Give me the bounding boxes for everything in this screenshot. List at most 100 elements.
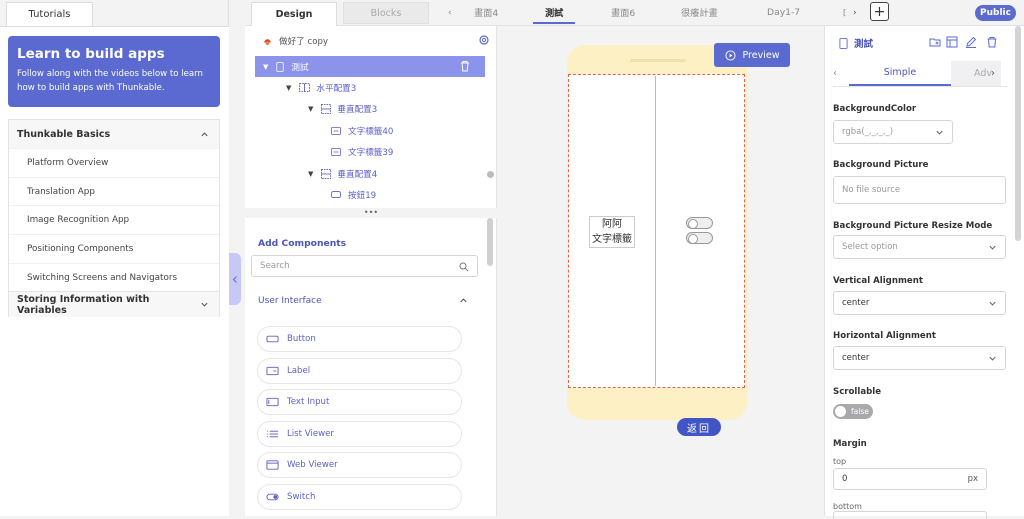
preview-switch[interactable] <box>686 232 713 244</box>
column-layout-icon <box>321 168 332 179</box>
tree-label: 水平配置3 <box>316 83 357 94</box>
project-row[interactable]: 做好了 copy <box>262 30 328 51</box>
components-scrollbar[interactable] <box>487 218 493 266</box>
tree-row[interactable]: 文字標籤39 <box>331 141 393 162</box>
horizontal-alignment-label: Horizontal Alignment <box>833 331 936 341</box>
section-storing-variables[interactable]: Storing Information with Variables <box>9 291 219 318</box>
bg-color-label: BackgroundColor <box>833 104 917 114</box>
scrollable-value: false <box>851 407 869 416</box>
component-label[interactable]: Label <box>257 358 462 384</box>
tree-label: 垂直配置3 <box>337 104 378 115</box>
bg-picture-value: No file source <box>842 185 901 195</box>
screen-tab[interactable]: 很癢計畫 <box>681 0 718 24</box>
screen-tab[interactable]: Day1-7 <box>767 0 800 24</box>
tree-row[interactable]: 文字標籤40 <box>331 120 393 141</box>
caret-down-icon: ▼ <box>308 104 314 113</box>
chevron-down-icon <box>936 130 943 135</box>
chevron-down-icon <box>201 303 208 308</box>
collapse-panel-button[interactable] <box>229 253 241 305</box>
resize-mode-select[interactable]: Select option <box>833 235 1006 259</box>
component-label: Text Input <box>287 397 330 407</box>
list-icon <box>266 430 279 438</box>
properties-scrollbar[interactable] <box>1015 26 1021 241</box>
component-web-viewer[interactable]: Web Viewer <box>257 452 462 478</box>
properties-header: 測試 <box>839 36 873 50</box>
tab-blocks[interactable]: Blocks <box>343 2 429 24</box>
section-title: User Interface <box>258 296 322 306</box>
public-badge[interactable]: Public <box>975 5 1016 21</box>
margin-label: Margin <box>833 439 867 449</box>
section-title: Storing Information with Variables <box>17 293 150 316</box>
tree-row[interactable]: ▼ 水平配置3 <box>286 77 356 98</box>
tabs-prev-button[interactable]: ‹ <box>833 68 837 79</box>
tree-label: 按鈕19 <box>348 190 377 201</box>
tabs-next-button[interactable]: › <box>991 68 995 79</box>
search-placeholder: Search <box>260 261 290 271</box>
component-switch[interactable]: Switch <box>257 484 462 510</box>
bg-color-picker[interactable]: rgba(_,_,_,_) <box>833 120 953 144</box>
margin-top-value: 0 <box>842 474 848 484</box>
tree-row-screen[interactable]: ▼ 測試 <box>263 56 309 77</box>
bg-picture-field[interactable]: No file source <box>833 176 1006 204</box>
text-input-icon <box>266 397 279 407</box>
screens-next-button[interactable]: › <box>853 0 857 24</box>
resize-mode-label: Background Picture Resize Mode <box>833 221 993 231</box>
section-thunkable-basics[interactable]: Thunkable Basics <box>9 120 219 148</box>
tree-row[interactable]: ▼ 垂直配置3 <box>308 98 377 119</box>
tab-design[interactable]: Design <box>251 2 337 26</box>
preview-label: 阿阿 <box>602 219 622 230</box>
user-interface-section[interactable]: User Interface <box>258 296 468 306</box>
tutorials-body: Learn to build apps Follow along with th… <box>0 26 229 516</box>
screen-tab[interactable]: 畫面6 <box>611 0 635 24</box>
vertical-alignment-select[interactable]: center <box>833 291 1006 315</box>
tree-row[interactable]: ▼ 垂直配置4 <box>308 163 377 184</box>
play-icon <box>724 49 736 61</box>
trash-icon[interactable] <box>986 36 998 48</box>
learn-title: Learn to build apps <box>17 46 165 62</box>
screen-tab-active[interactable]: 測試 <box>545 0 563 24</box>
button-icon <box>266 335 279 343</box>
margin-bottom-input[interactable] <box>833 511 987 519</box>
screens-prev-button[interactable]: ‹ <box>448 0 452 24</box>
properties-panel: 測試 ‹ Simple Adv › BackgroundColor rgba(_… <box>824 26 1024 519</box>
margin-top-input[interactable]: 0 px <box>833 468 987 490</box>
vertical-layout-right[interactable] <box>657 76 743 386</box>
component-list-viewer[interactable]: List Viewer <box>257 421 462 447</box>
component-button[interactable]: Button <box>257 326 462 352</box>
settings-gear-icon[interactable] <box>478 34 490 46</box>
screen-tab-partial[interactable]: [ <box>843 0 846 24</box>
resize-handle[interactable]: ••• <box>245 208 497 218</box>
scrollable-toggle[interactable]: false <box>833 404 873 419</box>
chevron-up-icon <box>201 131 208 136</box>
tree-row[interactable]: 按鈕19 <box>331 184 376 205</box>
tutorial-item[interactable]: Platform Overview <box>9 148 219 177</box>
component-label: List Viewer <box>287 429 334 439</box>
margin-top-label: top <box>833 457 847 466</box>
layout-icon[interactable] <box>946 36 958 48</box>
add-screen-button[interactable]: + <box>870 2 889 21</box>
chevron-down-icon <box>989 356 996 361</box>
back-button[interactable]: 返回 <box>677 418 721 436</box>
preview-button[interactable]: Preview <box>714 43 790 67</box>
tutorial-item[interactable]: Image Recognition App <box>9 205 219 235</box>
trash-icon[interactable] <box>460 60 470 72</box>
tutorial-item[interactable]: Translation App <box>9 176 219 206</box>
tutorials-tab[interactable]: Tutorials <box>6 2 93 26</box>
tree-label: 測試 <box>291 62 309 73</box>
tutorial-item[interactable]: Switching Screens and Navigators <box>9 262 219 292</box>
tab-simple[interactable]: Simple <box>849 61 951 86</box>
preview-switch[interactable] <box>686 217 713 229</box>
scroll-indicator <box>487 171 494 178</box>
properties-tabs: ‹ Simple Adv › <box>833 61 1007 87</box>
screen-tab[interactable]: 畫面4 <box>474 0 498 24</box>
horizontal-alignment-select[interactable]: center <box>833 346 1006 370</box>
component-search-input[interactable]: Search <box>251 255 478 277</box>
preview-labels[interactable]: 阿阿 文字標籤 <box>589 216 635 248</box>
component-text-input[interactable]: Text Input <box>257 389 462 415</box>
folder-add-icon[interactable] <box>929 36 941 48</box>
tutorial-item[interactable]: Positioning Components <box>9 234 219 263</box>
switch-icon <box>266 493 279 501</box>
button-icon <box>331 191 341 198</box>
horizontal-alignment-value: center <box>842 353 870 363</box>
edit-icon[interactable] <box>965 36 977 48</box>
